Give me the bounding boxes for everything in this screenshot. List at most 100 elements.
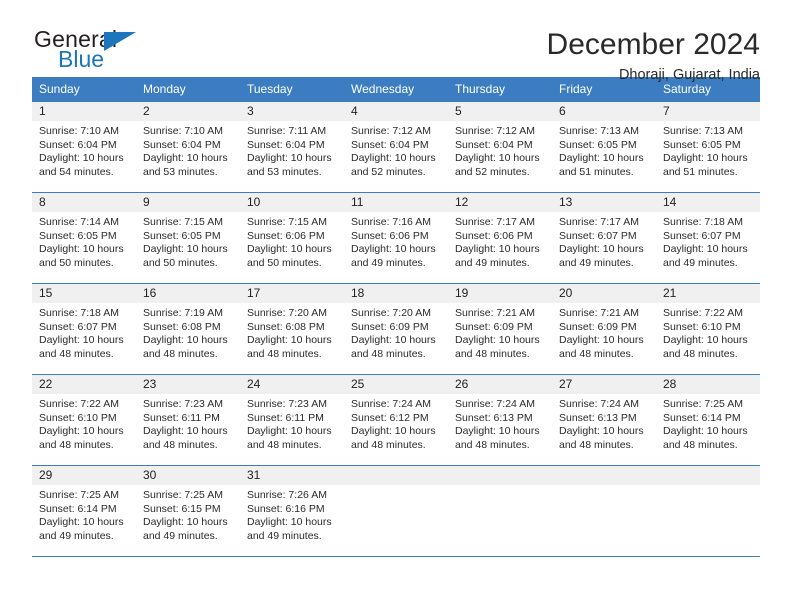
calendar-day-cell[interactable]: 13 Sunrise: 7:17 AM Sunset: 6:07 PM Dayligh… bbox=[552, 192, 656, 284]
day-number: 11 bbox=[344, 193, 448, 212]
day-number: 29 bbox=[32, 466, 136, 485]
daylight-text: Daylight: 10 hours and 49 minutes. bbox=[455, 243, 540, 269]
day-number: 27 bbox=[552, 375, 656, 394]
calendar-day-cell[interactable] bbox=[552, 465, 656, 557]
daylight-text: Daylight: 10 hours and 54 minutes. bbox=[39, 152, 124, 178]
calendar-day-cell[interactable] bbox=[448, 465, 552, 557]
calendar-day-cell[interactable]: 1 Sunrise: 7:10 AM Sunset: 6:04 PM Daylight… bbox=[32, 101, 136, 193]
sunrise-text: Sunrise: 7:14 AM bbox=[39, 216, 119, 228]
sunrise-text: Sunrise: 7:20 AM bbox=[351, 307, 431, 319]
calendar-day-cell[interactable]: 12 Sunrise: 7:17 AM Sunset: 6:06 PM Dayligh… bbox=[448, 192, 552, 284]
calendar-day-cell[interactable]: 30 Sunrise: 7:25 AM Sunset: 6:15 PM Dayligh… bbox=[136, 465, 240, 557]
calendar-day-cell[interactable]: 20 Sunrise: 7:21 AM Sunset: 6:09 PM Dayligh… bbox=[552, 283, 656, 375]
day-number: 28 bbox=[656, 375, 760, 394]
daylight-text: Daylight: 10 hours and 48 minutes. bbox=[663, 425, 748, 451]
day-sun-info: Sunrise: 7:15 AM Sunset: 6:06 PM Daylight:… bbox=[240, 212, 344, 270]
sunrise-text: Sunrise: 7:24 AM bbox=[351, 398, 431, 410]
calendar-day-cell[interactable]: 28 Sunrise: 7:25 AM Sunset: 6:14 PM Dayligh… bbox=[656, 374, 760, 466]
calendar-day-cell[interactable]: 18 Sunrise: 7:20 AM Sunset: 6:09 PM Dayligh… bbox=[344, 283, 448, 375]
day-cell-content: 2 Sunrise: 7:10 AM Sunset: 6:04 PM Daylight… bbox=[136, 102, 240, 192]
day-sun-info: Sunrise: 7:17 AM Sunset: 6:06 PM Daylight:… bbox=[448, 212, 552, 270]
day-sun-info: Sunrise: 7:11 AM Sunset: 6:04 PM Daylight:… bbox=[240, 121, 344, 179]
location-subtitle: Dhoraji, Gujarat, India bbox=[618, 66, 760, 83]
daylight-text: Daylight: 10 hours and 52 minutes. bbox=[455, 152, 540, 178]
calendar-day-cell[interactable]: 29 Sunrise: 7:25 AM Sunset: 6:14 PM Dayligh… bbox=[32, 465, 136, 557]
day-number: 3 bbox=[240, 102, 344, 121]
calendar-day-cell[interactable]: 22 Sunrise: 7:22 AM Sunset: 6:10 PM Dayligh… bbox=[32, 374, 136, 466]
day-number: 12 bbox=[448, 193, 552, 212]
day-sun-info: Sunrise: 7:14 AM Sunset: 6:05 PM Daylight:… bbox=[32, 212, 136, 270]
day-sun-info: Sunrise: 7:13 AM Sunset: 6:05 PM Daylight:… bbox=[552, 121, 656, 179]
sunset-text: Sunset: 6:07 PM bbox=[39, 320, 117, 333]
day-sun-info: Sunrise: 7:21 AM Sunset: 6:09 PM Daylight:… bbox=[448, 303, 552, 361]
day-cell-content: 17 Sunrise: 7:20 AM Sunset: 6:08 PM Dayligh… bbox=[240, 284, 344, 374]
day-cell-content: 1 Sunrise: 7:10 AM Sunset: 6:04 PM Daylight… bbox=[32, 102, 136, 192]
sunrise-text: Sunrise: 7:17 AM bbox=[559, 216, 639, 228]
sunset-text: Sunset: 6:04 PM bbox=[143, 138, 221, 151]
daylight-text: Daylight: 10 hours and 51 minutes. bbox=[559, 152, 644, 178]
calendar-day-cell[interactable]: 10 Sunrise: 7:15 AM Sunset: 6:06 PM Dayligh… bbox=[240, 192, 344, 284]
sunrise-text: Sunrise: 7:26 AM bbox=[247, 489, 327, 501]
calendar-day-cell[interactable]: 14 Sunrise: 7:18 AM Sunset: 6:07 PM Dayligh… bbox=[656, 192, 760, 284]
day-number: 5 bbox=[448, 102, 552, 121]
calendar-day-cell[interactable]: 8 Sunrise: 7:14 AM Sunset: 6:05 PM Daylight… bbox=[32, 192, 136, 284]
sunrise-text: Sunrise: 7:25 AM bbox=[663, 398, 743, 410]
calendar-day-cell[interactable]: 23 Sunrise: 7:23 AM Sunset: 6:11 PM Dayligh… bbox=[136, 374, 240, 466]
calendar-day-cell[interactable]: 25 Sunrise: 7:24 AM Sunset: 6:12 PM Dayligh… bbox=[344, 374, 448, 466]
daylight-text: Daylight: 10 hours and 53 minutes. bbox=[143, 152, 228, 178]
day-number: 10 bbox=[240, 193, 344, 212]
sunrise-text: Sunrise: 7:10 AM bbox=[143, 125, 223, 137]
sunrise-text: Sunrise: 7:21 AM bbox=[455, 307, 535, 319]
sunset-text: Sunset: 6:05 PM bbox=[663, 138, 741, 151]
day-sun-info: Sunrise: 7:13 AM Sunset: 6:05 PM Daylight:… bbox=[656, 121, 760, 179]
calendar-day-cell[interactable]: 5 Sunrise: 7:12 AM Sunset: 6:04 PM Daylight… bbox=[448, 101, 552, 193]
day-sun-info: Sunrise: 7:12 AM Sunset: 6:04 PM Daylight:… bbox=[344, 121, 448, 179]
sunrise-text: Sunrise: 7:24 AM bbox=[559, 398, 639, 410]
day-number: 31 bbox=[240, 466, 344, 485]
calendar-day-cell[interactable]: 16 Sunrise: 7:19 AM Sunset: 6:08 PM Dayligh… bbox=[136, 283, 240, 375]
calendar-day-cell[interactable]: 26 Sunrise: 7:24 AM Sunset: 6:13 PM Dayligh… bbox=[448, 374, 552, 466]
calendar-day-cell[interactable]: 27 Sunrise: 7:24 AM Sunset: 6:13 PM Dayligh… bbox=[552, 374, 656, 466]
sunset-text: Sunset: 6:14 PM bbox=[663, 411, 741, 424]
day-number: 7 bbox=[656, 102, 760, 121]
day-cell-content bbox=[552, 466, 656, 556]
sunset-text: Sunset: 6:11 PM bbox=[247, 411, 324, 424]
day-sun-info: Sunrise: 7:23 AM Sunset: 6:11 PM Daylight:… bbox=[136, 394, 240, 452]
daylight-text: Daylight: 10 hours and 48 minutes. bbox=[143, 425, 228, 451]
sunset-text: Sunset: 6:09 PM bbox=[559, 320, 637, 333]
general-blue-logo[interactable]: General Blue bbox=[32, 28, 152, 76]
day-cell-content: 21 Sunrise: 7:22 AM Sunset: 6:10 PM Dayligh… bbox=[656, 284, 760, 374]
calendar-day-cell[interactable]: 24 Sunrise: 7:23 AM Sunset: 6:11 PM Dayligh… bbox=[240, 374, 344, 466]
daylight-text: Daylight: 10 hours and 48 minutes. bbox=[143, 334, 228, 360]
calendar-day-cell[interactable]: 19 Sunrise: 7:21 AM Sunset: 6:09 PM Dayligh… bbox=[448, 283, 552, 375]
daylight-text: Daylight: 10 hours and 50 minutes. bbox=[247, 243, 332, 269]
sunset-text: Sunset: 6:04 PM bbox=[39, 138, 117, 151]
calendar-day-cell[interactable] bbox=[344, 465, 448, 557]
calendar-day-cell[interactable]: 17 Sunrise: 7:20 AM Sunset: 6:08 PM Dayligh… bbox=[240, 283, 344, 375]
sunset-text: Sunset: 6:08 PM bbox=[143, 320, 221, 333]
calendar-day-cell[interactable]: 7 Sunrise: 7:13 AM Sunset: 6:05 PM Daylight… bbox=[656, 101, 760, 193]
day-sun-info: Sunrise: 7:24 AM Sunset: 6:12 PM Daylight:… bbox=[344, 394, 448, 452]
calendar-day-cell[interactable]: 4 Sunrise: 7:12 AM Sunset: 6:04 PM Daylight… bbox=[344, 101, 448, 193]
calendar-day-cell[interactable]: 21 Sunrise: 7:22 AM Sunset: 6:10 PM Dayligh… bbox=[656, 283, 760, 375]
calendar-day-cell[interactable] bbox=[656, 465, 760, 557]
day-number: 1 bbox=[32, 102, 136, 121]
calendar-day-cell[interactable]: 9 Sunrise: 7:15 AM Sunset: 6:05 PM Daylight… bbox=[136, 192, 240, 284]
sunset-text: Sunset: 6:04 PM bbox=[351, 138, 429, 151]
calendar-day-cell[interactable]: 15 Sunrise: 7:18 AM Sunset: 6:07 PM Dayligh… bbox=[32, 283, 136, 375]
sunset-text: Sunset: 6:10 PM bbox=[663, 320, 741, 333]
sunrise-text: Sunrise: 7:19 AM bbox=[143, 307, 223, 319]
calendar-day-cell[interactable]: 3 Sunrise: 7:11 AM Sunset: 6:04 PM Daylight… bbox=[240, 101, 344, 193]
day-number: 4 bbox=[344, 102, 448, 121]
sunrise-text: Sunrise: 7:18 AM bbox=[663, 216, 743, 228]
day-number: 2 bbox=[136, 102, 240, 121]
weekday-header-wednesday: Wednesday bbox=[344, 77, 448, 102]
day-sun-info: Sunrise: 7:10 AM Sunset: 6:04 PM Daylight:… bbox=[136, 121, 240, 179]
daylight-text: Daylight: 10 hours and 50 minutes. bbox=[39, 243, 124, 269]
calendar-day-cell[interactable]: 31 Sunrise: 7:26 AM Sunset: 6:16 PM Dayligh… bbox=[240, 465, 344, 557]
calendar-day-cell[interactable]: 11 Sunrise: 7:16 AM Sunset: 6:06 PM Dayligh… bbox=[344, 192, 448, 284]
calendar-day-cell[interactable]: 6 Sunrise: 7:13 AM Sunset: 6:05 PM Daylight… bbox=[552, 101, 656, 193]
calendar-day-cell[interactable]: 2 Sunrise: 7:10 AM Sunset: 6:04 PM Daylight… bbox=[136, 101, 240, 193]
day-number: 18 bbox=[344, 284, 448, 303]
sunrise-text: Sunrise: 7:16 AM bbox=[351, 216, 431, 228]
